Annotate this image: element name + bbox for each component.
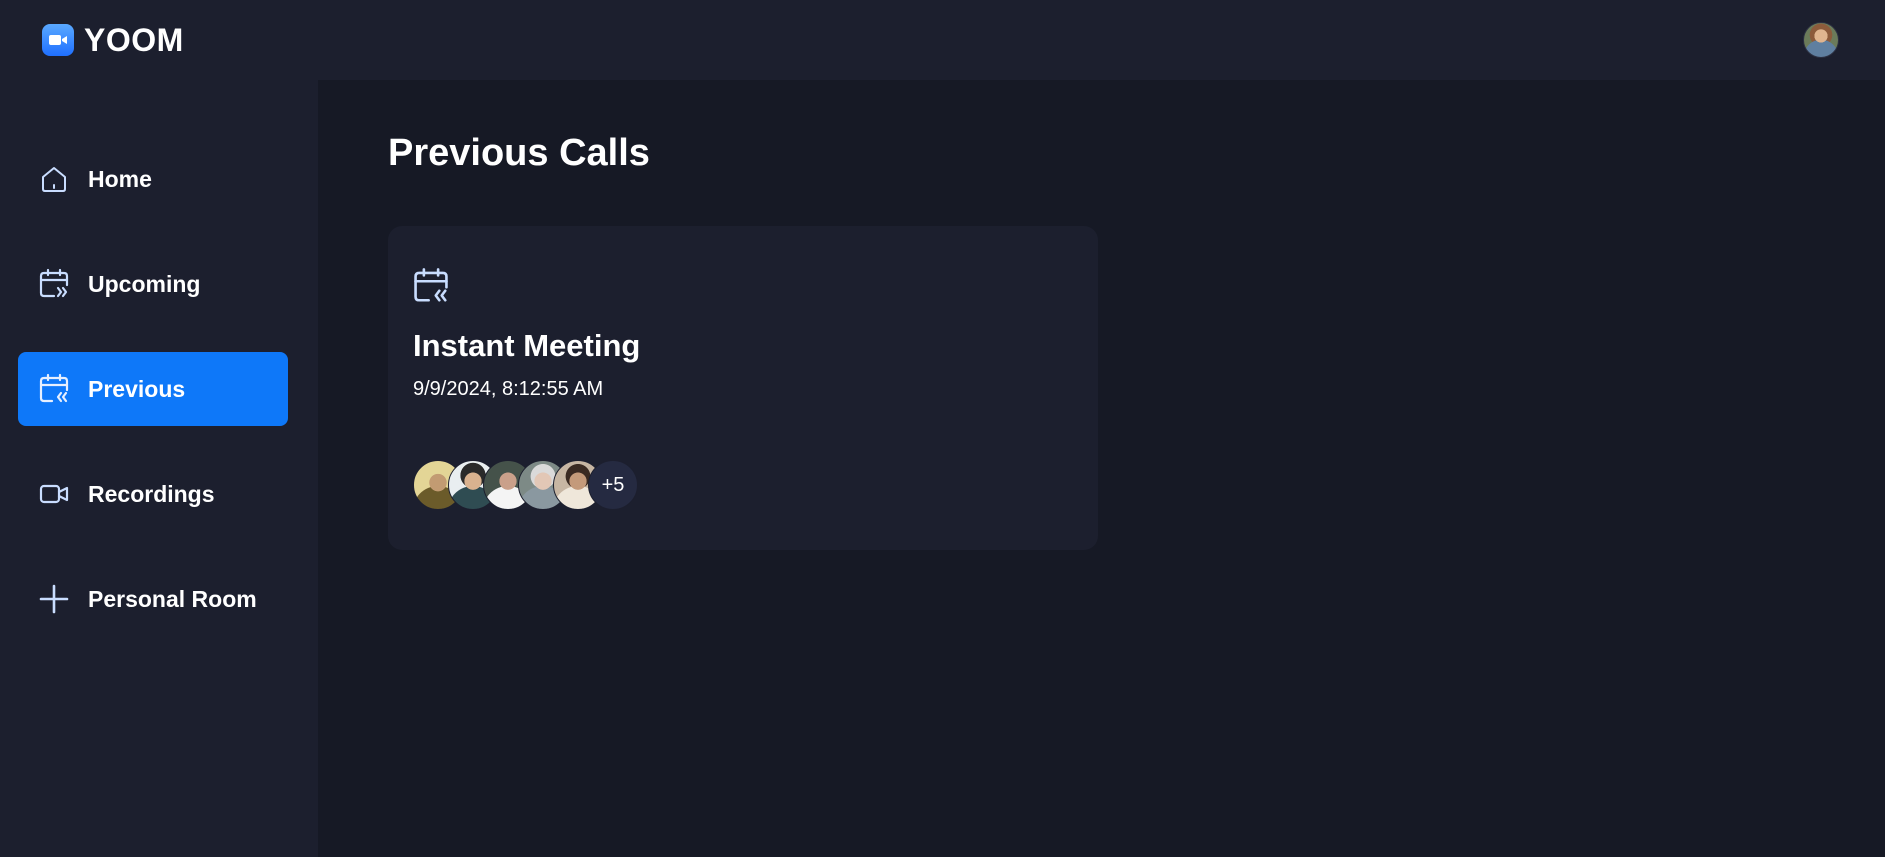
sidebar-item-label: Recordings: [88, 480, 215, 507]
meeting-title: Instant Meeting: [413, 328, 641, 363]
sidebar-item-label: Previous: [88, 375, 186, 402]
user-avatar[interactable]: [1803, 22, 1839, 58]
sidebar-item-home[interactable]: Home: [18, 142, 288, 216]
top-navbar: YOOM: [0, 0, 1885, 80]
more-attendees-count: +5: [588, 460, 638, 510]
sidebar-item-label: Upcoming: [88, 270, 201, 297]
sidebar-item-previous[interactable]: Previous: [18, 352, 288, 426]
calendar-previous-icon: [37, 372, 71, 406]
attendee-avatars: +5: [413, 460, 638, 510]
page-title: Previous Calls: [388, 132, 650, 174]
calendar-previous-icon: [411, 266, 451, 306]
sidebar-item-recordings[interactable]: Recordings: [18, 457, 288, 531]
video-camera-logo-icon: [42, 24, 74, 56]
meeting-card[interactable]: Instant Meeting 9/9/2024, 8:12:55 AM +5: [388, 226, 1098, 550]
brand-link[interactable]: YOOM: [42, 22, 184, 59]
main-content: Previous Calls Instant Meeting 9/9/2024,…: [318, 80, 1885, 857]
meeting-date: 9/9/2024, 8:12:55 AM: [413, 378, 604, 400]
sidebar: Home Upcoming Previous Recordings Person…: [0, 80, 318, 857]
sidebar-item-upcoming[interactable]: Upcoming: [18, 247, 288, 321]
sidebar-item-personal-room[interactable]: Personal Room: [18, 562, 288, 636]
video-icon: [37, 477, 71, 511]
sidebar-item-label: Personal Room: [88, 585, 257, 612]
home-icon: [37, 162, 71, 196]
plus-icon: [37, 582, 71, 616]
app-name: YOOM: [84, 21, 184, 58]
calendar-upcoming-icon: [37, 267, 71, 301]
sidebar-item-label: Home: [88, 165, 152, 192]
